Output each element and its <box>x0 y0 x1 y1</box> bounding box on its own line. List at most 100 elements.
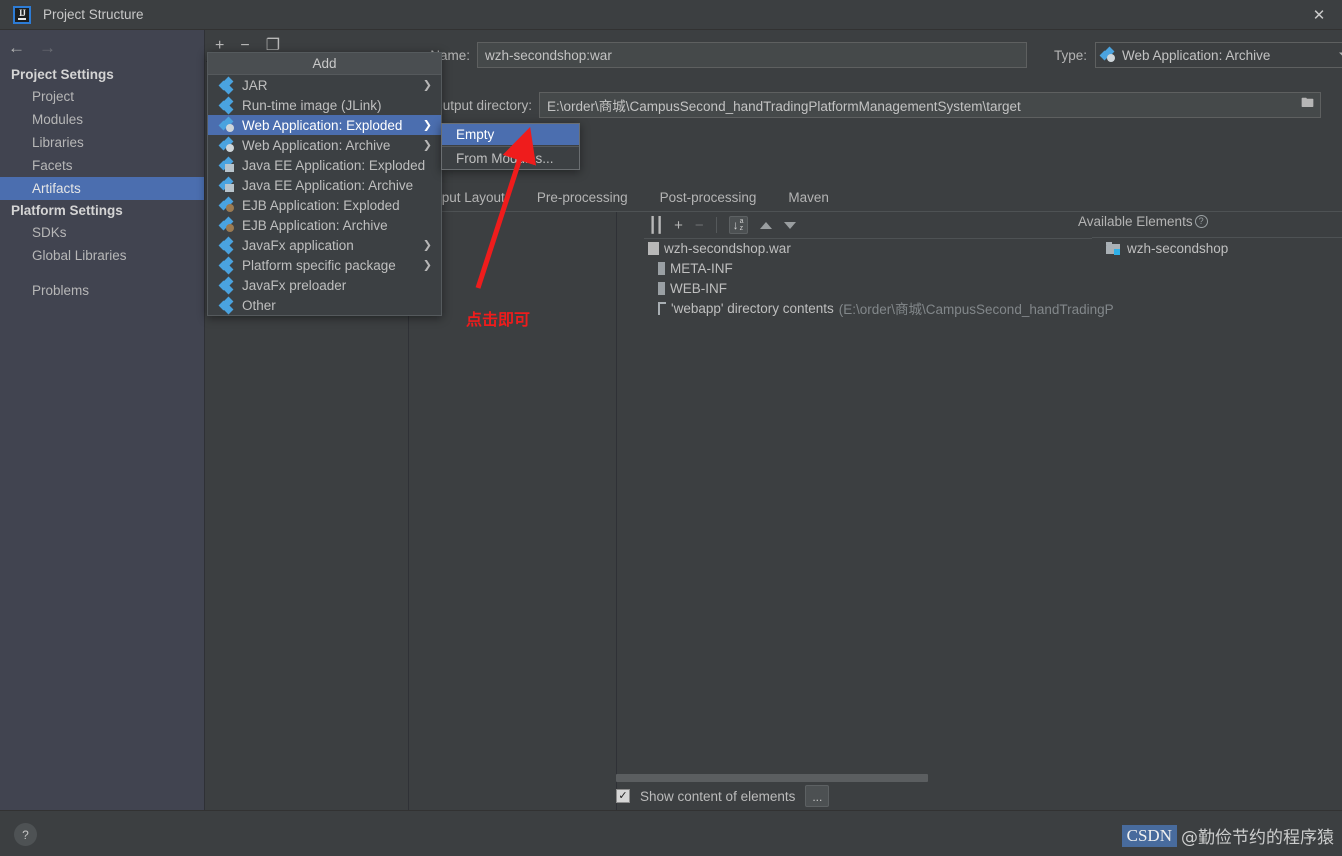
navigation-arrows: ← → <box>0 30 204 64</box>
artifact-jar-icon <box>218 256 235 274</box>
sidebar-item-facets[interactable]: Facets <box>0 154 204 177</box>
sidebar-group-label: Platform Settings <box>11 203 123 218</box>
add-element-button[interactable]: + <box>674 218 683 233</box>
logo-text: IJ <box>17 8 26 20</box>
arrow-down-icon[interactable] <box>783 221 796 229</box>
menu-item-other[interactable]: Other <box>208 295 441 315</box>
output-layout-options: ✓ Show content of elements ... <box>616 782 830 810</box>
surround-icon[interactable]: ┃┃ <box>648 218 664 233</box>
available-element-label: wzh-secondshop <box>1127 240 1229 256</box>
chevron-right-icon: ❯ <box>422 139 432 152</box>
remove-element-button[interactable]: − <box>695 218 704 233</box>
directory-icon <box>658 281 665 295</box>
watermark-user: @勤俭节约的程序猿 <box>1181 828 1334 848</box>
chevron-right-icon: ❯ <box>422 119 432 132</box>
chevron-right-icon: ❯ <box>422 79 432 92</box>
output-directory-input[interactable]: E:\order\商城\CampusSecond_handTradingPlat… <box>539 92 1321 118</box>
tab-post-processing[interactable]: Post-processing <box>644 183 773 211</box>
sidebar-item-modules[interactable]: Modules <box>0 108 204 131</box>
sidebar-item-artifacts[interactable]: Artifacts <box>0 177 204 200</box>
menu-item-label: Other <box>242 297 276 313</box>
menu-item-label: JavaFx application <box>242 237 354 253</box>
artifact-jlink-icon <box>218 96 235 114</box>
directory-contents-icon <box>658 301 666 315</box>
settings-sidebar: ← → Project Settings Project Modules Lib… <box>0 30 205 810</box>
output-layout-tree: wzh-secondshop.war META-INF WEB-INF 'web… <box>616 238 1114 318</box>
tree-row[interactable]: META-INF <box>616 258 1086 278</box>
tree-row-label: 'webapp' directory contents <box>671 300 834 316</box>
forward-arrow-icon[interactable]: → <box>39 39 56 56</box>
menu-item-web-application-archive[interactable]: Web Application: Archive ❯ <box>208 135 441 155</box>
available-elements-label: Available Elements <box>1078 214 1193 229</box>
menu-item-label: JavaFx preloader <box>242 277 347 293</box>
more-options-button[interactable]: ... <box>805 785 830 807</box>
add-artifact-menu: Add JAR ❯ Run-time image (JLink) Web App… <box>207 52 442 316</box>
sidebar-item-libraries[interactable]: Libraries <box>0 131 204 154</box>
watermark-brand: CSDN <box>1121 824 1177 847</box>
artifact-tabs: Output Layout Pre-processing Post-proces… <box>410 182 1342 212</box>
tree-row-path: (E:\order\商城\CampusSecond_handTradingP <box>838 302 1114 317</box>
menu-item-javafx-application[interactable]: JavaFx application ❯ <box>208 235 441 255</box>
sidebar-item-sdks[interactable]: SDKs <box>0 221 204 244</box>
show-content-label: Show content of elements <box>640 788 796 804</box>
output-layout-toolbar: ┃┃ + − ↓ az <box>616 212 1076 238</box>
web-application-exploded-submenu: Empty From Modules... <box>441 123 580 170</box>
artifact-type-value: Web Application: Archive <box>1122 47 1271 63</box>
help-icon[interactable]: ? <box>1194 215 1208 228</box>
menu-item-platform-specific-package[interactable]: Platform specific package ❯ <box>208 255 441 275</box>
menu-item-java-ee-archive[interactable]: Java EE Application: Archive <box>208 175 441 195</box>
sidebar-item-problems[interactable]: Problems <box>0 279 204 302</box>
menu-item-ejb-exploded[interactable]: EJB Application: Exploded <box>208 195 441 215</box>
back-arrow-icon[interactable]: ← <box>8 39 25 56</box>
artifact-jar-icon <box>218 296 235 314</box>
module-icon <box>1106 241 1121 255</box>
artifact-jar-icon <box>218 236 235 254</box>
tree-row[interactable]: WEB-INF <box>616 278 1086 298</box>
title-bar: IJ Project Structure ✕ <box>0 0 1342 30</box>
chevron-right-icon: ❯ <box>422 239 432 252</box>
menu-item-web-application-exploded[interactable]: Web Application: Exploded ❯ <box>208 115 441 135</box>
available-element-item[interactable]: wzh-secondshop <box>1106 238 1228 258</box>
folder-icon[interactable]: 🖿 <box>1301 94 1314 116</box>
menu-item-javafx-preloader[interactable]: JavaFx preloader <box>208 275 441 295</box>
help-button[interactable]: ? <box>14 823 37 846</box>
submenu-item-empty[interactable]: Empty <box>442 124 579 145</box>
show-content-checkbox[interactable]: ✓ <box>616 789 630 803</box>
web-app-icon <box>218 136 235 153</box>
sort-az-icon[interactable]: ↓ az <box>728 216 748 234</box>
window-title: Project Structure <box>43 7 144 22</box>
menu-item-runtime-image[interactable]: Run-time image (JLink) <box>208 95 441 115</box>
artifact-type-select[interactable]: Web Application: Archive <box>1095 42 1342 68</box>
menu-item-label: EJB Application: Archive <box>242 217 388 233</box>
tab-pre-processing[interactable]: Pre-processing <box>521 183 644 211</box>
menu-item-java-ee-exploded[interactable]: Java EE Application: Exploded <box>208 155 441 175</box>
ejb-icon <box>218 216 235 233</box>
submenu-item-from-modules[interactable]: From Modules... <box>442 148 579 169</box>
web-app-icon <box>1099 46 1116 63</box>
menu-item-label: Java EE Application: Archive <box>242 177 414 193</box>
arrow-up-icon[interactable] <box>759 221 772 229</box>
war-file-icon <box>648 241 659 255</box>
sidebar-group-project-settings: Project Settings Project Modules Librari… <box>0 64 204 200</box>
submenu-separator <box>442 146 579 147</box>
sidebar-group-label: Project Settings <box>11 67 114 82</box>
tree-row-label: META-INF <box>670 260 733 276</box>
sidebar-item-global-libraries[interactable]: Global Libraries <box>0 244 204 267</box>
tree-row[interactable]: wzh-secondshop.war <box>616 238 1086 258</box>
output-directory-value: E:\order\商城\CampusSecond_handTradingPlat… <box>547 99 1021 114</box>
menu-item-ejb-archive[interactable]: EJB Application: Archive <box>208 215 441 235</box>
menu-item-label: Web Application: Exploded <box>242 117 403 133</box>
type-label: Type: <box>1053 47 1087 63</box>
menu-item-jar[interactable]: JAR ❯ <box>208 75 441 95</box>
close-icon[interactable]: ✕ <box>1296 0 1342 30</box>
artifact-jar-icon <box>218 76 235 94</box>
annotation-text: 点击即可 <box>466 310 531 329</box>
tab-maven[interactable]: Maven <box>772 183 845 211</box>
sidebar-item-project[interactable]: Project <box>0 85 204 108</box>
tree-row[interactable]: 'webapp' directory contents (E:\order\商城… <box>616 298 1114 318</box>
output-directory-row: Output directory: E:\order\商城\CampusSeco… <box>410 92 1321 118</box>
menu-item-label: Java EE Application: Exploded <box>242 157 426 173</box>
artifact-name-input[interactable]: wzh-secondshop:war <box>477 42 1027 68</box>
output-layout-horizontal-scrollbar[interactable] <box>616 774 928 782</box>
